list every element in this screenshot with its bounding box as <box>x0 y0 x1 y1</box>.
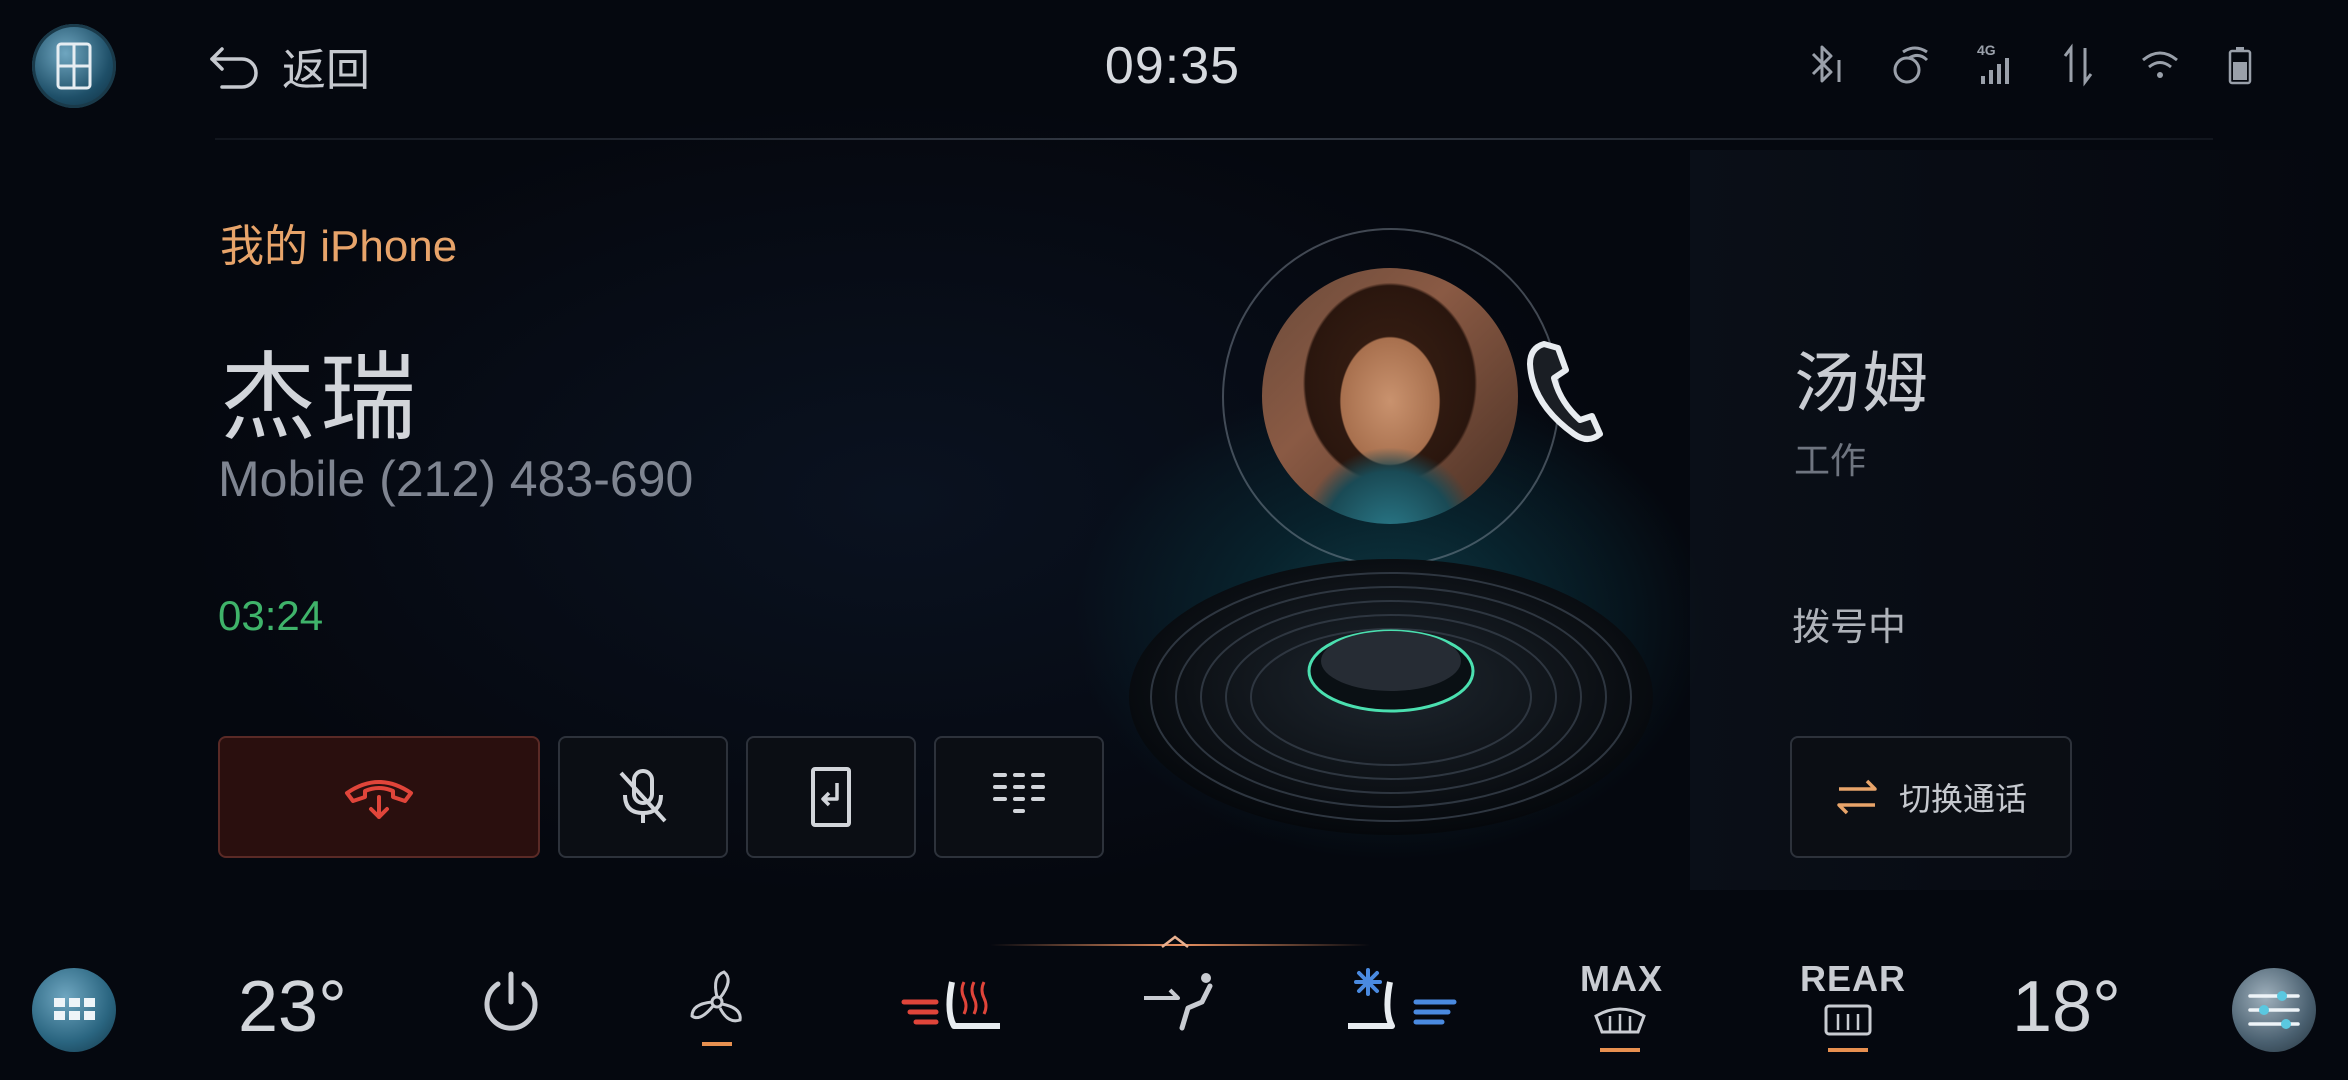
data-transfer-icon <box>2063 43 2093 87</box>
passenger-temperature[interactable]: 18° <box>2012 966 2121 1048</box>
transfer-to-phone-button[interactable] <box>746 736 916 858</box>
rear-defrost-label: REAR <box>1800 958 1907 999</box>
phone-transfer-icon <box>811 767 851 827</box>
rear-window-defrost-icon <box>1824 1004 1872 1052</box>
driver-temperature[interactable]: 23° <box>238 966 347 1048</box>
back-button[interactable]: 返回 <box>208 38 408 95</box>
caller-number: Mobile (212) 483-690 <box>218 451 694 507</box>
second-call-name: 汤姆 <box>1794 346 1930 420</box>
mute-button[interactable] <box>558 736 728 858</box>
sliders-icon <box>2248 991 2300 1029</box>
lincoln-logo-button[interactable] <box>32 24 116 108</box>
airflow-seat-icon[interactable] <box>1138 962 1218 1042</box>
header-divider <box>215 138 2213 140</box>
back-arrow-icon <box>210 47 258 89</box>
hang-up-icon <box>345 780 413 819</box>
second-call-type: 工作 <box>1794 440 1867 481</box>
front-defrost-icon <box>1594 1007 1646 1052</box>
4g-signal-icon: 4G <box>1977 42 2017 88</box>
caller-name: 杰瑞 <box>220 345 420 452</box>
max-defrost-label: MAX <box>1580 958 1663 999</box>
phone-handset-icon <box>1527 341 1603 442</box>
switch-call-label: 切换通话 <box>1898 781 2027 817</box>
voice-assistant-icon <box>1893 46 1929 84</box>
dialing-status: 拨号中 <box>1792 607 1907 649</box>
back-label: 返回 <box>282 46 370 95</box>
max-defrost-button[interactable]: MAX <box>1576 958 1666 1058</box>
call-animation-disc <box>1129 559 1653 835</box>
app-grid-icon <box>54 998 95 1020</box>
wifi-icon <box>2142 51 2178 78</box>
climate-settings-button[interactable] <box>2232 968 2316 1052</box>
swap-arrows-icon <box>1837 779 1877 815</box>
hang-up-button[interactable] <box>218 736 540 858</box>
keypad-icon <box>993 773 1045 813</box>
power-icon[interactable] <box>476 962 546 1042</box>
clock: 09:35 <box>1104 37 1241 95</box>
switch-call-button[interactable]: 切换通话 <box>1790 736 2072 858</box>
fan-icon[interactable] <box>682 962 752 1052</box>
app-grid-button[interactable] <box>32 968 116 1052</box>
device-name: 我的 iPhone <box>220 222 458 271</box>
call-duration: 03:24 <box>218 592 324 639</box>
heated-seat-icon[interactable] <box>900 962 1016 1042</box>
expand-chevron-icon[interactable] <box>1160 935 1190 949</box>
battery-icon <box>2228 47 2252 85</box>
status-icons: 4G <box>1805 40 2255 90</box>
bluetooth-icon <box>1811 45 1841 83</box>
microphone-mute-icon <box>619 769 667 823</box>
cooled-seat-icon[interactable] <box>1346 962 1462 1042</box>
rear-defrost-button[interactable]: REAR <box>1798 958 1905 1058</box>
caller-avatar <box>1262 268 1518 524</box>
keypad-button[interactable] <box>934 736 1104 858</box>
lincoln-logo-icon <box>56 42 92 90</box>
